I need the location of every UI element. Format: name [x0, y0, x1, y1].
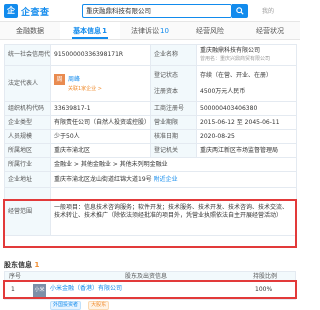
legal-rep-name[interactable]: 周峰	[68, 76, 80, 83]
authority-label: 登记机关	[150, 143, 197, 158]
tab-risk[interactable]: 经营风险	[180, 22, 240, 39]
logo-text: 企查查	[21, 7, 50, 18]
shareholder-count: 1	[34, 261, 40, 269]
logo-mark: 企	[4, 4, 18, 18]
tab-count: 1	[102, 27, 107, 35]
type-value: 有限责任公司（自然人投资或控股）	[50, 115, 151, 130]
industry-value: 金融业 > 其他金融业 > 其他未列明金融业	[50, 157, 297, 172]
tab-label: 法律诉讼	[131, 27, 160, 35]
tab-bar: 金融数据 基本信息1 法律诉讼10 经营风险 经营状况	[0, 22, 300, 40]
staff-label: 人员规模	[4, 129, 51, 144]
status-value: 存续（在营、开业、在册）	[200, 71, 273, 79]
tab-count: 10	[160, 27, 169, 35]
term-value: 2015-06-12 至 2045-06-11	[196, 115, 297, 130]
search-button[interactable]	[232, 4, 248, 18]
capital-label: 注册资本	[154, 87, 179, 95]
legal-rep-related[interactable]: 关联1家企业 >	[68, 85, 147, 93]
status-label: 登记状态	[154, 71, 179, 79]
search-icon	[236, 7, 244, 15]
authority-value: 重庆两江新区市场监督管理局	[196, 143, 297, 158]
company-name-value: 重庆融鼎科技有限公司	[200, 47, 261, 54]
search-input[interactable]: 重庆融鼎科技有限公司	[82, 4, 232, 18]
logo[interactable]: 企 企查查	[4, 4, 50, 18]
legal-rep-label: 法定代表人	[4, 65, 51, 102]
tab-operation[interactable]: 经营状况	[240, 22, 300, 39]
status-capital-values: 存续（在营、开业、在册） 4500万元人民币	[196, 65, 297, 102]
tab-label: 金融数据	[16, 27, 44, 35]
tab-legal[interactable]: 法律诉讼10	[120, 22, 180, 39]
reg-no-value: 500000403406380	[196, 101, 297, 116]
region-value: 重庆市渝北区	[50, 143, 151, 158]
status-capital-labels: 登记状态 注册资本	[150, 65, 197, 102]
company-name-label: 企业名称	[150, 44, 197, 66]
nearby-link[interactable]: 附近企业	[154, 176, 178, 183]
org-code-label: 组织机构代码	[4, 101, 51, 116]
company-former-name: 曾用名：重庆兴鼎商贸有限公司	[200, 56, 271, 62]
credit-code-label: 统一社会信用代码	[4, 44, 51, 66]
approve-label: 核准日期	[150, 129, 197, 144]
legal-rep-cell: 周周峰 关联1家企业 >	[50, 65, 151, 102]
legal-rep-avatar: 周	[54, 74, 65, 85]
tag-foreign-investor: 外国投资者	[50, 301, 82, 310]
tab-label: 基本信息	[73, 27, 102, 35]
term-label: 营业期限	[150, 115, 197, 130]
shareholder-highlight-box	[3, 280, 297, 299]
staff-value: 少于50人	[50, 129, 151, 144]
approve-value: 2020-08-25	[196, 129, 297, 144]
user-menu[interactable]: 我的	[262, 6, 274, 15]
company-name-cell: 重庆融鼎科技有限公司曾用名：重庆兴鼎商贸有限公司	[196, 44, 297, 66]
org-code-value: 33639817-1	[50, 101, 151, 116]
address-value: 重庆市渝北区龙山街道红锦大道19号	[54, 175, 152, 183]
credit-code-value: 91500000336398171R	[50, 44, 151, 66]
tab-basic-info[interactable]: 基本信息1	[60, 22, 120, 39]
address-label: 企业地址	[4, 171, 51, 188]
industry-label: 所属行业	[4, 157, 51, 172]
shareholder-title-text: 股东信息	[4, 261, 32, 269]
address-cell: 重庆市渝北区龙山街道红锦大道19号 附近企业	[50, 171, 297, 188]
tab-finance[interactable]: 金融数据	[0, 22, 60, 39]
scope-highlight-box	[3, 199, 297, 248]
type-label: 企业类型	[4, 115, 51, 130]
reg-no-label: 工商注册号	[150, 101, 197, 116]
tag-major-shareholder: 大股东	[88, 301, 110, 310]
shareholder-title: 股东信息 1	[4, 260, 39, 270]
tab-label: 经营风险	[196, 27, 224, 35]
capital-value: 4500万元人民币	[200, 87, 246, 95]
tab-label: 经营状况	[256, 27, 284, 35]
top-bar: 企 企查查 重庆融鼎科技有限公司 我的	[0, 0, 300, 22]
region-label: 所属地区	[4, 143, 51, 158]
